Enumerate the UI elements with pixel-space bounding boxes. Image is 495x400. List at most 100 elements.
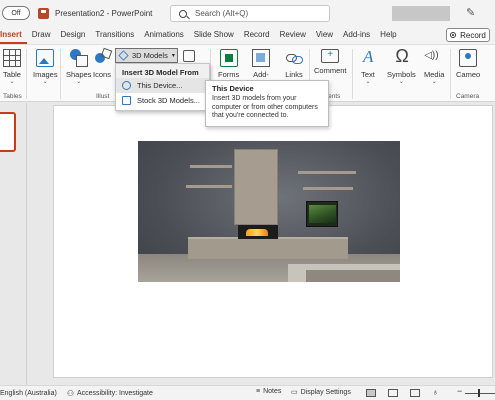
3d-models-label: 3D Models bbox=[132, 51, 168, 60]
3d-models-button[interactable]: 3D Models ▾ bbox=[115, 48, 178, 63]
image-tower-cabinet bbox=[234, 149, 278, 225]
image-coffee-table bbox=[306, 270, 400, 282]
save-icon[interactable] bbox=[38, 7, 49, 19]
image-shelf bbox=[298, 171, 356, 174]
tab-design[interactable]: Design bbox=[55, 26, 90, 44]
cameo-button[interactable]: Cameo bbox=[456, 49, 480, 79]
chevron-down-icon: ⌄ bbox=[76, 79, 82, 85]
menu-item-this-device[interactable]: This Device... bbox=[116, 78, 209, 93]
status-bar: English (Australia) ⚇ Accessibility: Inv… bbox=[0, 385, 495, 400]
cameo-label: Cameo bbox=[456, 70, 481, 79]
group-label-camera: Camera bbox=[456, 93, 480, 100]
search-placeholder: Search (Alt+Q) bbox=[195, 9, 249, 18]
notes-button[interactable]: ≡ Notes bbox=[256, 388, 281, 395]
group-divider bbox=[60, 49, 61, 99]
tab-draw[interactable]: Draw bbox=[27, 26, 56, 44]
comment-icon bbox=[321, 49, 340, 63]
image-shelf bbox=[303, 187, 353, 190]
forms-label: Forms bbox=[218, 70, 240, 79]
record-label: Record bbox=[460, 30, 486, 40]
chevron-down-icon: ⌄ bbox=[398, 79, 404, 85]
notes-label: Notes bbox=[263, 388, 282, 395]
3d-models-menu: Insert 3D Model From This Device... Stoc… bbox=[115, 63, 210, 111]
group-divider bbox=[26, 49, 27, 99]
comment-label: Comment bbox=[314, 66, 347, 75]
slide-sorter-view-icon[interactable] bbox=[388, 389, 398, 397]
image-shelf bbox=[186, 185, 232, 188]
table-label: Table bbox=[3, 70, 21, 79]
tab-animations[interactable]: Animations bbox=[139, 26, 189, 44]
icons-label: Icons bbox=[93, 70, 111, 79]
record-icon bbox=[450, 32, 457, 38]
symbols-button[interactable]: Symbols ⌄ bbox=[387, 46, 416, 85]
chevron-down-icon: ⌄ bbox=[42, 79, 48, 85]
slide-thumbnail[interactable] bbox=[0, 112, 16, 152]
menu-header: Insert 3D Model From bbox=[116, 64, 209, 78]
text-button[interactable]: Text ⌄ bbox=[359, 47, 377, 85]
tab-view[interactable]: View bbox=[311, 26, 338, 44]
tab-transitions[interactable]: Transitions bbox=[90, 26, 139, 44]
image-fireplace bbox=[238, 225, 278, 239]
status-accessibility[interactable]: ⚇ Accessibility: Investigate bbox=[67, 389, 153, 398]
shapes-button[interactable]: Shapes ⌄ bbox=[66, 49, 91, 85]
speaker-icon bbox=[424, 49, 443, 67]
group-divider bbox=[352, 49, 353, 99]
image-low-cabinet bbox=[188, 237, 348, 259]
autosave-toggle[interactable]: Off bbox=[2, 6, 30, 20]
group-label-tables: Tables bbox=[3, 93, 22, 100]
tab-insert[interactable]: Insert bbox=[0, 26, 27, 44]
display-settings-button[interactable]: ▭ Display Settings bbox=[291, 388, 351, 397]
table-button[interactable]: Table ⌄ bbox=[3, 49, 21, 85]
links-icon bbox=[285, 49, 303, 67]
search-icon bbox=[179, 9, 187, 18]
image-tv bbox=[306, 201, 338, 227]
ribbon-tabs: Insert Draw Design Transitions Animation… bbox=[0, 26, 495, 44]
slideshow-view-icon[interactable]: ♁ bbox=[432, 387, 439, 397]
forms-icon bbox=[219, 49, 238, 67]
chevron-down-icon: ⌄ bbox=[9, 79, 15, 85]
accessibility-icon: ⚇ bbox=[66, 388, 74, 398]
menu-item-stock-3d-models[interactable]: Stock 3D Models... bbox=[116, 93, 209, 108]
slide-image[interactable] bbox=[138, 141, 400, 282]
menu-item-label: This Device... bbox=[137, 81, 183, 90]
tab-review[interactable]: Review bbox=[275, 26, 311, 44]
tab-add-ins[interactable]: Add-ins bbox=[338, 26, 375, 44]
text-icon bbox=[359, 47, 377, 67]
symbols-label: Symbols bbox=[387, 70, 416, 79]
display-settings-icon: ▭ bbox=[291, 389, 298, 396]
accessibility-label: Accessibility: Investigate bbox=[76, 389, 153, 397]
tab-record[interactable]: Record bbox=[239, 26, 275, 44]
record-button[interactable]: Record bbox=[446, 28, 490, 42]
comment-button[interactable]: Comment bbox=[314, 49, 347, 75]
zoom-slider[interactable] bbox=[465, 393, 495, 394]
group-divider bbox=[450, 49, 451, 99]
tab-slide-show[interactable]: Slide Show bbox=[189, 26, 239, 44]
images-button[interactable]: Images ⌄ bbox=[33, 49, 58, 85]
links-label: Links bbox=[285, 70, 303, 79]
chevron-down-icon: ▾ bbox=[171, 53, 175, 59]
stock-search-icon bbox=[122, 96, 131, 105]
chevron-down-icon: ⌄ bbox=[431, 79, 437, 85]
addins-label: Add- bbox=[253, 70, 269, 79]
zoom-out-icon[interactable]: − bbox=[457, 386, 462, 396]
smartart-icon[interactable] bbox=[183, 50, 195, 62]
media-button[interactable]: Media ⌄ bbox=[424, 49, 444, 85]
images-icon bbox=[36, 49, 55, 67]
search-input[interactable]: Search (Alt+Q) bbox=[170, 5, 330, 22]
designer-pen-icon[interactable]: ✎ bbox=[466, 6, 475, 19]
icons-button[interactable]: Icons bbox=[93, 49, 111, 79]
3d-cube-icon bbox=[118, 50, 129, 61]
shapes-icon bbox=[69, 49, 88, 67]
zoom-slider-thumb[interactable] bbox=[478, 389, 480, 397]
forms-button[interactable]: Forms bbox=[218, 49, 239, 79]
icons-icon bbox=[93, 49, 111, 67]
normal-view-icon[interactable] bbox=[366, 389, 376, 397]
omega-icon bbox=[392, 46, 410, 67]
status-language[interactable]: English (Australia) bbox=[0, 390, 57, 397]
tab-help[interactable]: Help bbox=[375, 26, 401, 44]
menu-item-label: Stock 3D Models... bbox=[137, 96, 200, 105]
reading-view-icon[interactable] bbox=[410, 389, 420, 397]
account-area[interactable] bbox=[392, 6, 450, 21]
tooltip-title: This Device bbox=[212, 84, 254, 93]
chevron-down-icon: ⌄ bbox=[365, 79, 371, 85]
